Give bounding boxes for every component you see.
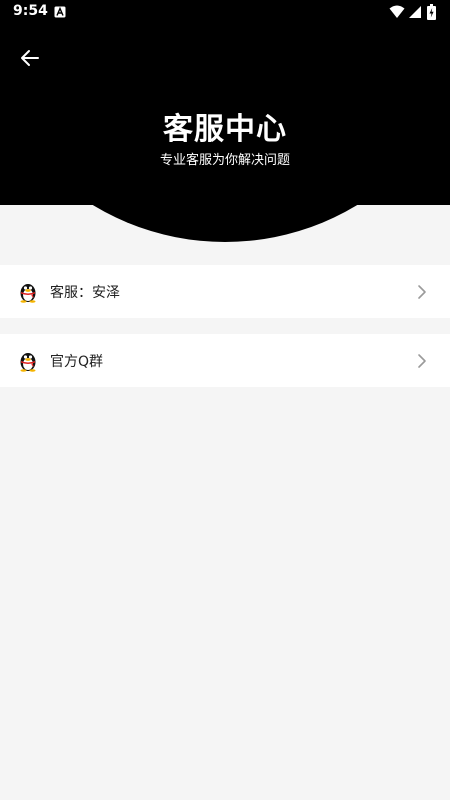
qq-penguin-icon [20, 283, 36, 303]
chevron-right-icon [418, 284, 426, 299]
page-subtitle: 专业客服为你解决问题 [159, 153, 290, 168]
wifi-icon [389, 5, 405, 18]
chevron-right-icon [418, 353, 426, 368]
list-item-customer-service[interactable]: 客服：安泽 [0, 265, 450, 318]
status-time: 9:54 [13, 3, 48, 19]
status-bar: 9:54 [0, 0, 450, 24]
back-arrow-icon[interactable] [18, 46, 42, 70]
battery-charging-icon [427, 4, 436, 20]
list-item-label: 官方Q群 [50, 353, 104, 370]
qq-penguin-icon [20, 352, 36, 372]
notification-a-icon [54, 6, 66, 18]
signal-icon [409, 6, 421, 18]
list-item-official-qq-group[interactable]: 官方Q群 [0, 334, 450, 387]
list-item-label: 客服：安泽 [50, 284, 120, 301]
customer-service-screen: 9:54 客服中心 专业客服为你解决问题 客服：安泽 官方Q群 [0, 0, 450, 800]
page-title: 客服中心 [163, 112, 287, 147]
